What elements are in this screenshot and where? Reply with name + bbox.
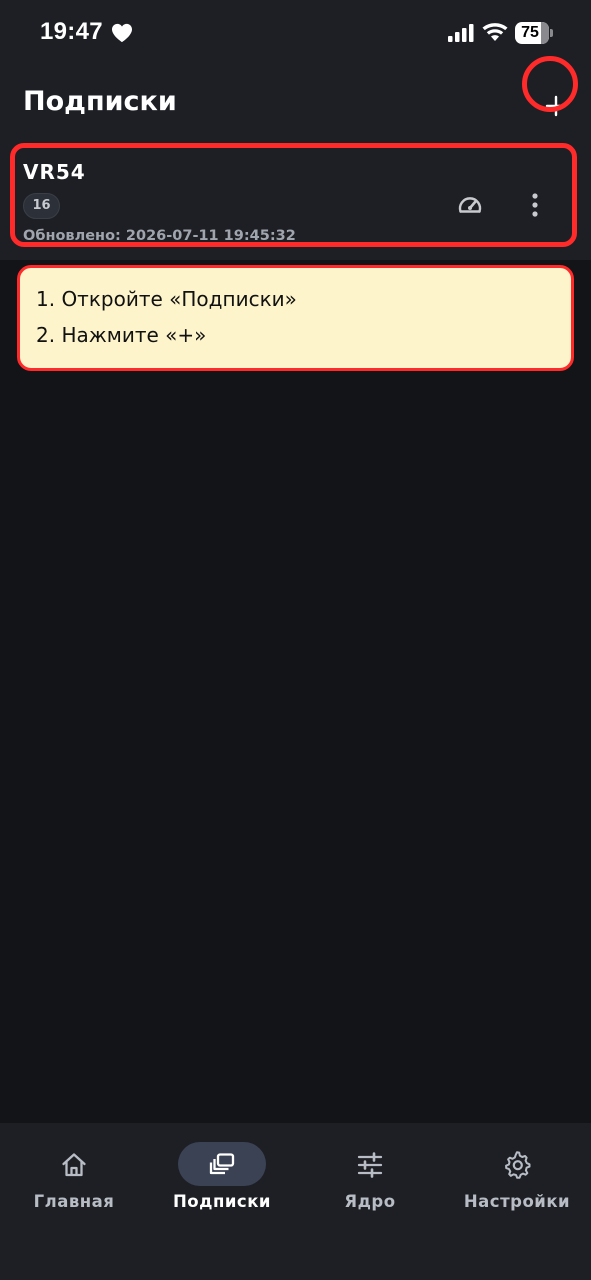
- status-bar: 19:47 75: [0, 0, 591, 62]
- subscriptions-icon: [209, 1153, 235, 1175]
- subscription-count-badge: 16: [23, 193, 60, 219]
- subscription-name: VR54: [23, 160, 86, 184]
- page-title: Подписки: [23, 86, 177, 117]
- signal-icon: [448, 24, 474, 42]
- battery-level: 75: [521, 24, 539, 41]
- status-time: 19:47: [40, 18, 103, 45]
- subscription-updated: Обновлено: 2026-07-11 19:45:32: [23, 228, 296, 244]
- heart-icon: [112, 23, 132, 43]
- highlight-circle: [522, 56, 578, 112]
- subscription-card[interactable]: VR54 16 Обновлено: 2026-07-11 19:45:32: [10, 143, 577, 247]
- note-step-2: 2. Нажмите «+»: [36, 323, 207, 347]
- nav-item-home[interactable]: Главная: [0, 1123, 148, 1233]
- screen: 19:47 75 Подписки VR54 16 Обновлено: 202…: [0, 0, 591, 1280]
- battery-icon: 75: [515, 22, 555, 44]
- gear-icon: [505, 1151, 531, 1179]
- nav-item-core[interactable]: Ядро: [296, 1123, 444, 1233]
- speedometer-icon[interactable]: [457, 192, 483, 218]
- home-icon: [62, 1153, 86, 1177]
- bottom-nav: Главная Подписки Ядро Настройки: [0, 1123, 591, 1280]
- nav-label-subscriptions: Подписки: [173, 1192, 271, 1211]
- more-vertical-icon[interactable]: [527, 191, 543, 219]
- nav-label-core: Ядро: [344, 1192, 396, 1211]
- nav-label-settings: Настройки: [463, 1192, 571, 1211]
- top-area: 19:47 75 Подписки VR54 16 Обновлено: 202…: [0, 0, 591, 260]
- wifi-icon: [482, 23, 508, 41]
- instruction-note: 1. Откройте «Подписки» 2. Нажмите «+»: [17, 265, 574, 371]
- sliders-icon: [357, 1152, 383, 1178]
- nav-item-settings[interactable]: Настройки: [443, 1123, 591, 1233]
- nav-item-subscriptions[interactable]: Подписки: [148, 1123, 296, 1233]
- nav-label-home: Главная: [33, 1192, 115, 1211]
- note-step-1: 1. Откройте «Подписки»: [36, 287, 297, 311]
